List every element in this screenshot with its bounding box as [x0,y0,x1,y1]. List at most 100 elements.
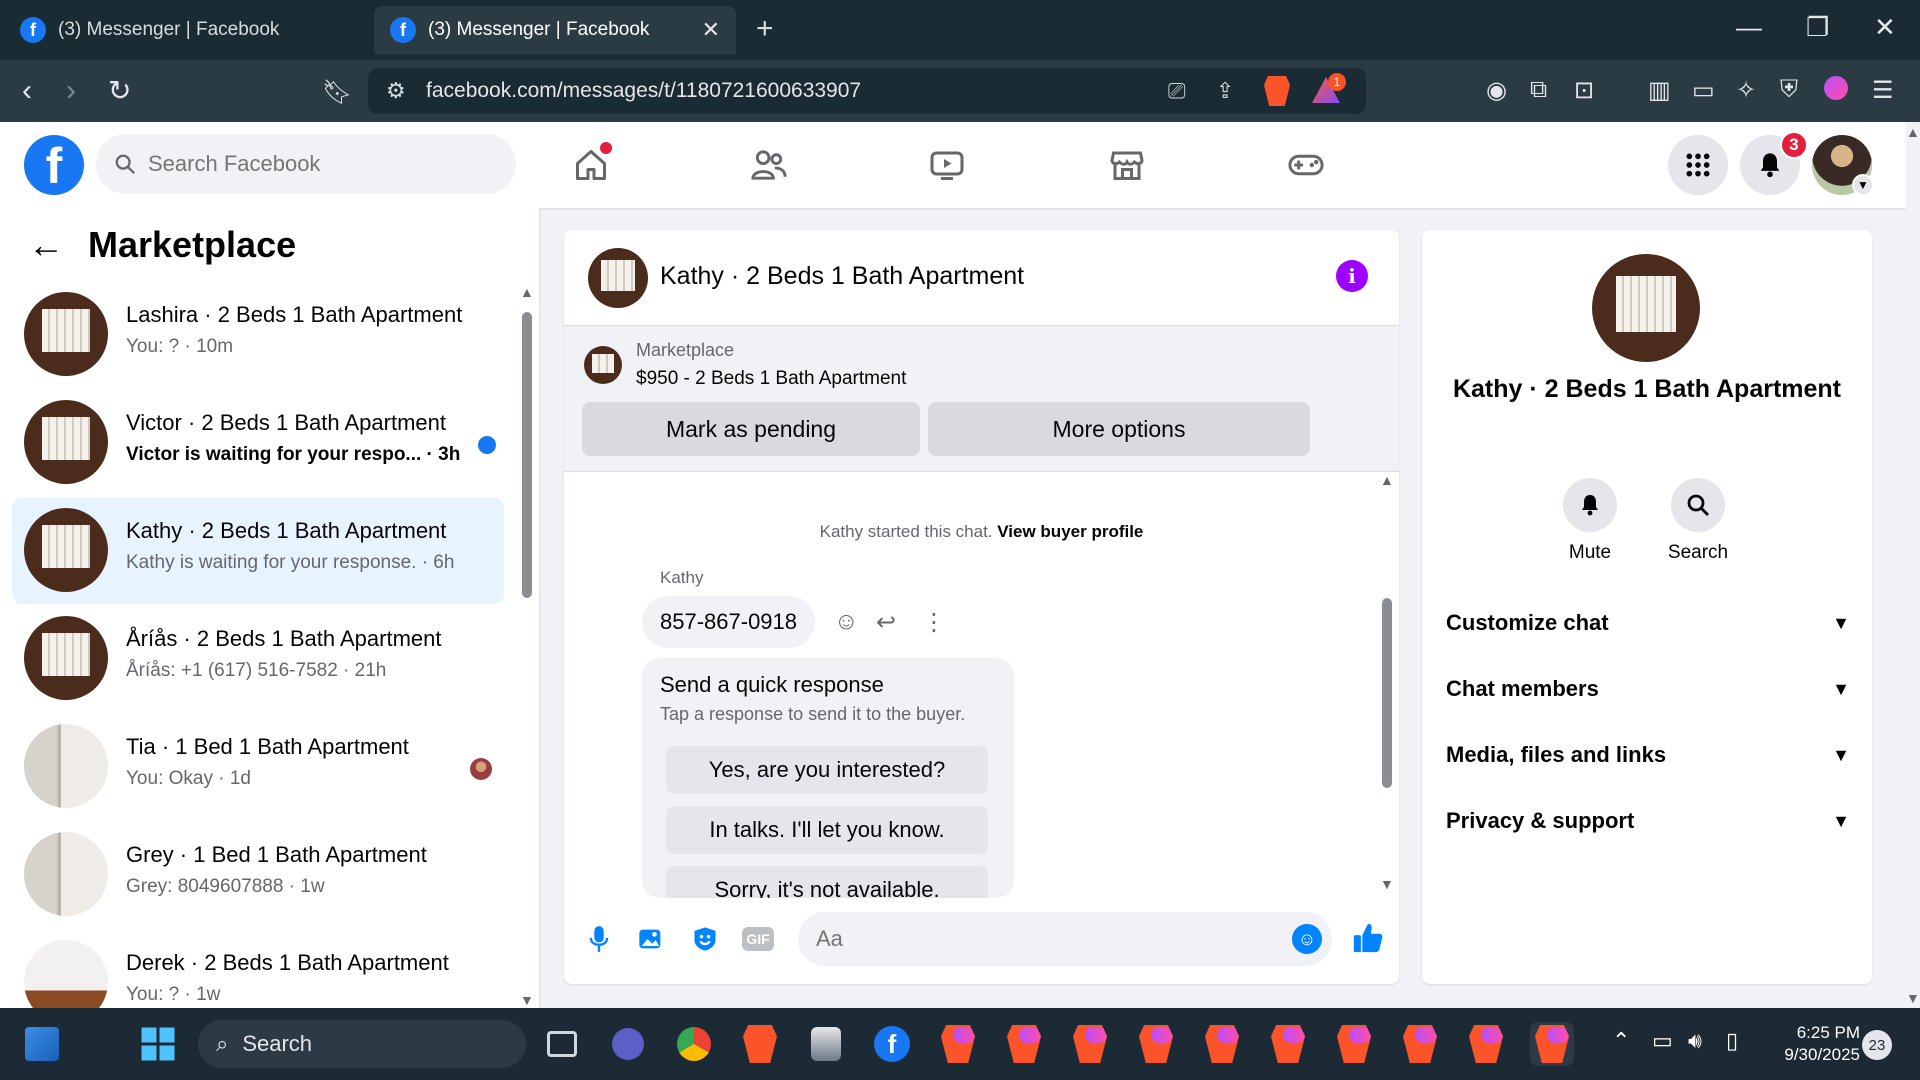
brave-taskbar-icon[interactable] [738,1022,782,1066]
reload-icon[interactable]: ↻ [108,74,131,107]
brave-profile-icon[interactable] [1134,1022,1178,1066]
friends-icon[interactable] [744,140,794,190]
quick-response-option[interactable]: Yes, are you interested? [666,746,988,794]
brave-profile-icon[interactable] [1200,1022,1244,1066]
conversation-item[interactable]: Lashira · 2 Beds 1 Bath Apartment You: ?… [12,282,504,388]
screenshot-icon[interactable]: ⊡ [1574,76,1594,105]
scroll-down-icon[interactable]: ▼ [1906,990,1920,1006]
message-input-box[interactable]: ☺ [798,912,1332,966]
brave-profile-icon[interactable] [936,1022,980,1066]
system-clock[interactable]: 6:25 PM 9/30/2025 [1768,1022,1860,1066]
chrome-icon[interactable] [672,1022,716,1066]
brave-profile-icon[interactable] [1398,1022,1442,1066]
browser-tab-1[interactable]: f (3) Messenger | Facebook [4,6,374,54]
chat-scrollbar[interactable]: ▲ ▼ [1380,472,1394,892]
mark-as-pending-button[interactable]: Mark as pending [582,402,920,456]
sidebar-toggle-icon[interactable]: ▥ [1648,76,1671,105]
media-files-links-section[interactable]: Media, files and links ▼ [1446,730,1850,780]
more-options-button[interactable]: More options [928,402,1310,456]
task-view-icon[interactable] [540,1022,584,1066]
react-icon[interactable]: ☺ [834,608,859,636]
chat-title[interactable]: Kathy · 2 Beds 1 Bath Apartment [660,262,1024,291]
start-icon[interactable] [136,1022,180,1066]
quick-response-option[interactable]: In talks. I'll let you know. [666,806,988,854]
close-window-icon[interactable]: ✕ [1874,12,1896,43]
notification-count-badge[interactable]: 23 [1862,1030,1892,1060]
sticker-icon[interactable] [690,924,720,954]
record-extension-icon[interactable]: ◉ [1486,76,1507,105]
vpn-icon[interactable]: ⛨ [1780,76,1798,104]
marketplace-icon[interactable] [1102,140,1152,190]
thumbs-up-icon[interactable] [1350,920,1386,956]
brave-profile-icon[interactable] [1068,1022,1112,1066]
brave-profile-icon[interactable] [1332,1022,1376,1066]
scroll-down-icon[interactable]: ▼ [520,992,534,1008]
leo-ai-icon[interactable]: ✧ [1736,76,1756,105]
minimize-icon[interactable]: — [1736,12,1762,43]
brave-profile-icon-active[interactable] [1530,1022,1574,1066]
new-tab-icon[interactable]: + [756,12,774,46]
mute-button[interactable]: Mute [1550,478,1630,564]
scroll-up-icon[interactable]: ▲ [1380,472,1394,488]
chevron-down-icon[interactable]: ▼ [1852,174,1874,196]
brave-rewards-icon[interactable]: 1 [1312,73,1346,103]
search-input[interactable] [148,151,478,177]
volume-icon[interactable]: 🔊︎ [1688,1028,1702,1054]
back-icon[interactable]: ‹ [22,74,32,108]
search-box[interactable] [96,134,516,194]
taskbar-search[interactable]: ⌕ Search [198,1020,526,1068]
sidebar-scrollbar[interactable]: ▲ ▼ [520,284,534,1008]
microphone-icon[interactable] [584,924,614,954]
listing-title[interactable]: $950 - 2 Beds 1 Bath Apartment [636,368,906,390]
scroll-up-icon[interactable]: ▲ [520,284,534,300]
notifications-button[interactable]: 3 [1740,131,1808,195]
battery-icon[interactable]: ▯ [1726,1028,1738,1054]
brave-profile-icon[interactable] [1464,1022,1508,1066]
conversation-item[interactable]: Grey · 1 Bed 1 Bath Apartment Grey: 8049… [12,822,504,928]
scroll-down-icon[interactable]: ▼ [1380,876,1394,892]
browser-tab-2[interactable]: f (3) Messenger | Facebook ✕ [374,6,736,54]
gaming-icon[interactable] [1281,140,1331,190]
url-text[interactable]: facebook.com/messages/t/1180721600633907 [426,79,861,103]
chat-members-section[interactable]: Chat members ▼ [1446,664,1850,714]
emoji-icon[interactable]: ☺ [1292,924,1322,954]
restore-icon[interactable]: ❐ [1806,12,1829,43]
profile-icon[interactable] [1824,76,1848,107]
brave-shields-icon[interactable] [1264,76,1290,106]
bookmark-icon[interactable]: 🔖︎ [322,78,352,107]
view-buyer-profile-link[interactable]: View buyer profile [997,522,1143,541]
page-scrollbar[interactable]: ▲ ▼ [1906,122,1920,1008]
reply-icon[interactable]: ↩ [876,608,896,637]
back-arrow-icon[interactable]: ← [28,224,64,266]
forward-icon[interactable]: › [66,74,76,108]
install-app-icon[interactable]: ⎚ [1168,78,1186,104]
conversation-item[interactable]: Derek · 2 Beds 1 Bath Apartment You: ? ·… [12,930,504,1008]
home-icon[interactable] [566,140,616,190]
scrollbar-thumb[interactable] [522,312,532,598]
menu-icon[interactable]: ☰ [1872,76,1894,105]
site-settings-icon[interactable]: ⚙ [386,78,406,104]
close-tab-icon[interactable]: ✕ [702,17,720,43]
more-actions-icon[interactable]: ⋮ [922,608,946,637]
address-bar[interactable]: ⚙ facebook.com/messages/t/11807216006339… [368,68,1366,114]
brave-profile-icon[interactable] [1266,1022,1310,1066]
wallet-icon[interactable]: ▭ [1692,76,1715,105]
brave-profile-icon[interactable] [1002,1022,1046,1066]
teams-icon[interactable] [606,1022,650,1066]
conversation-item-selected[interactable]: Kathy · 2 Beds 1 Bath Apartment Kathy is… [12,498,504,604]
conversation-item[interactable]: Åríås · 2 Beds 1 Bath Apartment Åríås: +… [12,606,504,712]
search-conversation-button[interactable]: Search [1658,478,1738,564]
conversation-item[interactable]: Victor · 2 Beds 1 Bath Apartment Victor … [12,390,504,496]
facebook-app-icon[interactable]: f [870,1022,914,1066]
chevron-up-icon[interactable]: ⌃ [1612,1028,1630,1054]
chat-avatar[interactable] [588,248,648,308]
scrollbar-thumb[interactable] [1382,598,1392,788]
info-icon[interactable]: i [1336,260,1368,292]
contact-avatar[interactable] [1592,254,1700,362]
video-icon[interactable] [922,140,972,190]
gif-icon[interactable]: GIF [742,924,774,954]
photo-icon[interactable] [636,924,666,954]
extensions-icon[interactable]: ⧉ [1530,76,1547,104]
network-icon[interactable]: ▭ [1652,1028,1673,1054]
message-bubble[interactable]: 857-867-0918 [642,596,816,648]
